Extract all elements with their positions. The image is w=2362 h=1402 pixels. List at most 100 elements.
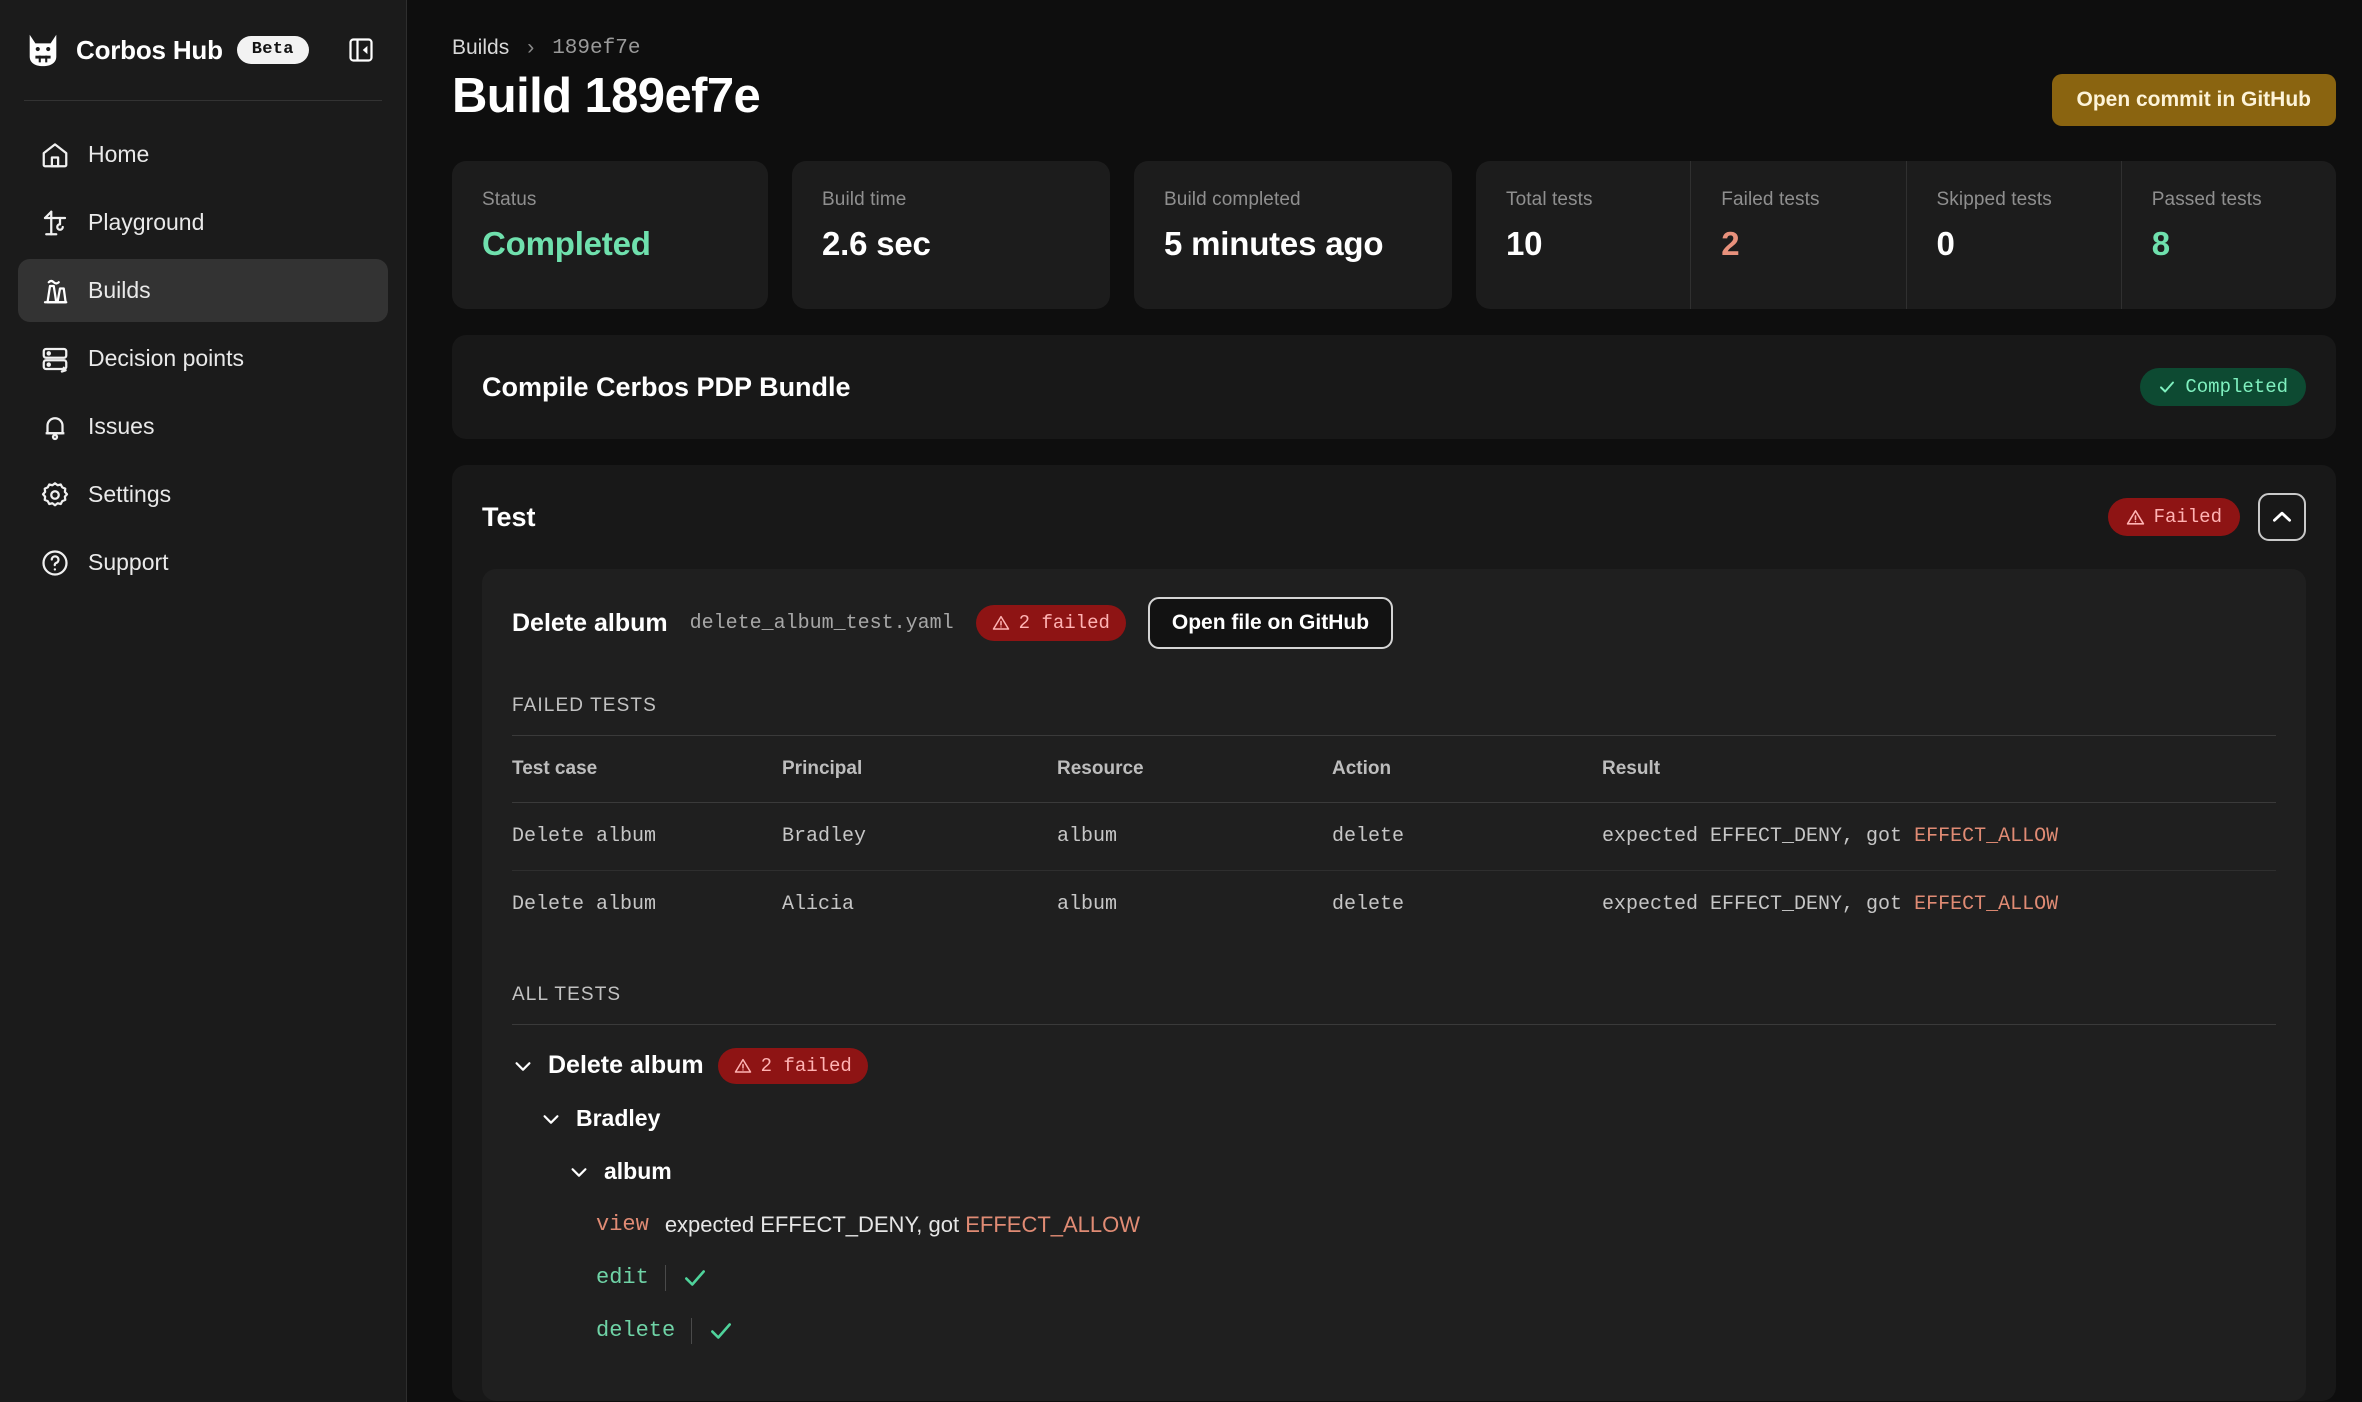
- crane-icon: [40, 208, 70, 238]
- stat-value: 0: [1936, 225, 1955, 262]
- compile-section: Compile Cerbos PDP Bundle Completed: [452, 335, 2336, 439]
- cell-principal: Bradley: [782, 802, 1057, 871]
- status-badge-label: Failed: [2153, 506, 2222, 528]
- status-badge-completed: Completed: [2140, 368, 2306, 406]
- main-content: Builds › 189ef7e Build 189ef7e Open comm…: [407, 0, 2362, 1402]
- warning-triangle-icon: [2126, 509, 2144, 525]
- stat-value: 5 minutes ago: [1164, 225, 1384, 262]
- leaf-actual: EFFECT_ALLOW: [965, 1211, 1141, 1237]
- check-icon: [684, 1269, 705, 1286]
- chevron-down-icon[interactable]: [540, 1108, 562, 1130]
- status-badge-failed: Failed: [2107, 498, 2240, 536]
- sidebar-item-home[interactable]: Home: [18, 123, 388, 186]
- leaf-divider: [691, 1317, 693, 1344]
- server-icon: [40, 344, 70, 374]
- test-section-title: Test: [482, 501, 536, 532]
- cell-action: delete: [1332, 802, 1602, 871]
- sidebar-item-builds[interactable]: Builds: [18, 259, 388, 322]
- warning-triangle-icon: [992, 615, 1009, 630]
- sidebar-item-label: Playground: [88, 209, 205, 235]
- home-icon: [40, 140, 70, 170]
- compile-section-title: Compile Cerbos PDP Bundle: [482, 371, 851, 402]
- stat-group-tests: Total tests 10 Failed tests 2 Skipped te…: [1476, 161, 2336, 309]
- cell-test-case: Delete album: [512, 893, 657, 916]
- stat-label: Status: [482, 189, 537, 210]
- chevron-down-icon[interactable]: [568, 1161, 590, 1183]
- chevron-up-icon: [2273, 511, 2291, 522]
- compile-section-header[interactable]: Compile Cerbos PDP Bundle Completed: [482, 335, 2306, 439]
- breadcrumb-separator-icon: ›: [527, 36, 535, 59]
- breadcrumb: Builds › 189ef7e: [452, 0, 2336, 60]
- stat-label: Skipped tests: [1936, 189, 2052, 210]
- bell-icon: [40, 412, 70, 442]
- sidebar-item-label: Settings: [88, 481, 172, 507]
- tree-leaf-edit: edit: [596, 1251, 2276, 1304]
- check-icon: [2160, 381, 2175, 393]
- table-row: Delete album Bradley album delete expect…: [512, 802, 2276, 871]
- tree-node-resource[interactable]: album: [568, 1145, 2276, 1198]
- stat-value: 10: [1506, 225, 1543, 262]
- sidebar-item-issues[interactable]: Issues: [18, 395, 388, 458]
- stat-value: Completed: [482, 225, 651, 262]
- brand-row: Corbos Hub Beta: [0, 0, 406, 100]
- test-file-row: Delete album delete_album_test.yaml 2 fa…: [512, 597, 2276, 649]
- stat-value: 8: [2151, 225, 2170, 262]
- result-expected: expected EFFECT_DENY, got: [1602, 825, 1915, 848]
- file-failed-badge: 2 failed: [975, 605, 1126, 641]
- cerbos-logo-icon: [29, 34, 57, 67]
- open-commit-in-github-button[interactable]: Open commit in GitHub: [2051, 74, 2336, 126]
- brand-name: Corbos Hub: [76, 34, 223, 65]
- tree-leaf-view: view expected EFFECT_DENY, got EFFECT_AL…: [596, 1198, 2276, 1251]
- column-header-action: Action: [1332, 736, 1602, 803]
- app-root: Corbos Hub Beta Home Playground Builds D…: [0, 0, 2362, 1402]
- chevron-down-icon[interactable]: [512, 1055, 534, 1077]
- breadcrumb-current: 189ef7e: [552, 36, 641, 60]
- page-title: Build 189ef7e: [452, 69, 761, 123]
- column-header-test-case: Test case: [512, 736, 782, 803]
- sidebar-item-label: Decision points: [88, 345, 244, 371]
- stat-value: 2.6 sec: [822, 225, 931, 262]
- panel-collapse-icon[interactable]: [344, 33, 378, 67]
- tree-node-principal[interactable]: Bradley: [540, 1092, 2276, 1145]
- sidebar-item-label: Support: [88, 549, 169, 575]
- leaf-expected: expected EFFECT_DENY, got: [664, 1211, 966, 1237]
- factory-icon: [40, 276, 70, 306]
- sidebar-item-support[interactable]: Support: [18, 531, 388, 594]
- cell-result: expected EFFECT_DENY, got EFFECT_ALLOW: [1602, 871, 2276, 939]
- gear-icon: [40, 480, 70, 510]
- result-actual: EFFECT_ALLOW: [1914, 825, 2059, 848]
- result-actual: EFFECT_ALLOW: [1914, 893, 2059, 916]
- sidebar-item-playground[interactable]: Playground: [18, 191, 388, 254]
- sidebar-item-settings[interactable]: Settings: [18, 463, 388, 526]
- collapse-test-section-button[interactable]: [2258, 493, 2306, 541]
- all-tests-heading: ALL TESTS: [512, 984, 2276, 1025]
- sidebar-item-label: Issues: [88, 413, 155, 439]
- stat-label: Failed tests: [1721, 189, 1820, 210]
- sidebar-nav: Home Playground Builds Decision points I…: [0, 101, 406, 594]
- open-file-on-github-button[interactable]: Open file on GitHub: [1147, 597, 1394, 649]
- failed-tests-heading: FAILED TESTS: [512, 695, 2276, 736]
- stat-label: Total tests: [1506, 189, 1593, 210]
- sidebar-item-label: Builds: [88, 277, 151, 303]
- breadcrumb-builds-link[interactable]: Builds: [452, 36, 509, 60]
- column-header-principal: Principal: [782, 736, 1057, 803]
- tree-node-root[interactable]: Delete album 2 failed: [512, 1039, 2276, 1092]
- stat-card-build-time: Build time 2.6 sec: [792, 161, 1110, 309]
- status-badge-label: Completed: [2185, 376, 2288, 398]
- result-expected: expected EFFECT_DENY, got: [1602, 893, 1915, 916]
- sidebar-item-decision-points[interactable]: Decision points: [18, 327, 388, 390]
- leaf-divider: [664, 1264, 666, 1291]
- stat-value: 2: [1721, 225, 1740, 262]
- stat-card-build-completed: Build completed 5 minutes ago: [1134, 161, 1452, 309]
- stats-row: Status Completed Build time 2.6 sec Buil…: [452, 161, 2336, 309]
- tree-node-label: Bradley: [576, 1105, 661, 1131]
- cell-action: delete: [1332, 893, 1405, 916]
- stat-card-passed-tests: Passed tests 8: [2122, 161, 2336, 309]
- sidebar: Corbos Hub Beta Home Playground Builds D…: [0, 0, 407, 1402]
- test-section: Test Failed Delete album delete_album_te…: [452, 465, 2336, 1401]
- stat-label: Passed tests: [2151, 189, 2262, 210]
- failed-tests-table: Test case Principal Resource Action Resu…: [512, 736, 2276, 938]
- test-section-header: Test Failed: [482, 465, 2306, 569]
- tree-leaf-delete: delete: [596, 1304, 2276, 1357]
- tree-failed-badge-label: 2 failed: [760, 1054, 852, 1077]
